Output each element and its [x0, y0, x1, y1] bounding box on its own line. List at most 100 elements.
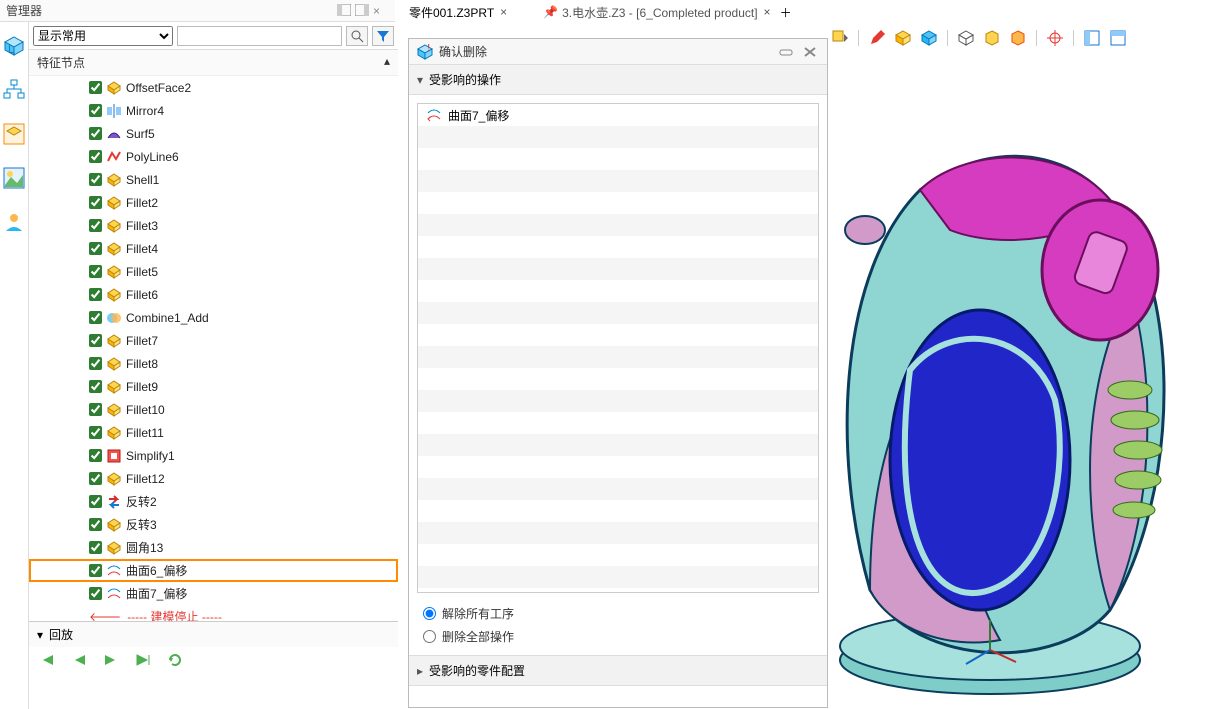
- shell-icon: [106, 172, 122, 188]
- scroll-up-button[interactable]: ▴: [376, 50, 398, 76]
- radio-delete-all-input[interactable]: [423, 630, 436, 643]
- feature-checkbox[interactable]: [89, 81, 102, 94]
- list-item-empty: [418, 302, 818, 324]
- list-item-empty: [418, 412, 818, 434]
- cube-blue-icon[interactable]: [919, 28, 939, 48]
- feature-checkbox[interactable]: [89, 127, 102, 140]
- dialog-titlebar[interactable]: ! 确认删除: [409, 39, 827, 65]
- part-tree-icon[interactable]: └: [0, 32, 28, 60]
- feature-checkbox[interactable]: [89, 403, 102, 416]
- dialog-minimize-icon[interactable]: [777, 45, 795, 59]
- feature-node[interactable]: Fillet5: [29, 260, 398, 283]
- radio-unlink[interactable]: 解除所有工序: [423, 605, 813, 622]
- hex-yellow-icon[interactable]: [982, 28, 1002, 48]
- model-viewport[interactable]: [830, 50, 1206, 709]
- feature-node[interactable]: 反转3: [29, 513, 398, 536]
- play-start-icon[interactable]: [39, 653, 59, 669]
- feature-checkbox[interactable]: [89, 495, 102, 508]
- pane-top-icon[interactable]: [1108, 28, 1128, 48]
- search-button[interactable]: [346, 26, 368, 46]
- filter-search-input[interactable]: [177, 26, 342, 46]
- feature-label: OffsetFace2: [126, 81, 191, 95]
- target-icon[interactable]: [1045, 28, 1065, 48]
- feature-checkbox[interactable]: [89, 173, 102, 186]
- fillet-icon: [106, 425, 122, 441]
- feature-node[interactable]: Fillet9: [29, 375, 398, 398]
- part-box-icon[interactable]: [0, 120, 28, 148]
- feature-checkbox[interactable]: [89, 150, 102, 163]
- feature-checkbox[interactable]: [89, 587, 102, 600]
- feature-checkbox[interactable]: [89, 380, 102, 393]
- feature-checkbox[interactable]: [89, 219, 102, 232]
- feature-node[interactable]: Fillet11: [29, 421, 398, 444]
- affected-parts-header[interactable]: ▸ 受影响的零件配置: [409, 655, 827, 686]
- user-icon[interactable]: [0, 208, 28, 236]
- dock-left-icon[interactable]: [337, 4, 353, 18]
- dock-right-icon[interactable]: [355, 4, 371, 18]
- feature-checkbox[interactable]: [89, 518, 102, 531]
- surface-offset-icon: [426, 107, 442, 123]
- radio-unlink-input[interactable]: [423, 607, 436, 620]
- new-tab-button[interactable]: ＋: [780, 4, 792, 21]
- feature-node[interactable]: Fillet12: [29, 467, 398, 490]
- hex-orange-icon[interactable]: [1008, 28, 1028, 48]
- model-stop-marker[interactable]: 🡐----- 建模停止 -----: [29, 605, 398, 621]
- dialog-close-icon[interactable]: [801, 45, 819, 59]
- pane-left-icon[interactable]: [1082, 28, 1102, 48]
- feature-checkbox[interactable]: [89, 357, 102, 370]
- manager-titlebar: 管理器 ×: [0, 0, 395, 22]
- feature-checkbox[interactable]: [89, 242, 102, 255]
- palette-dropdown-icon[interactable]: [830, 28, 850, 48]
- feature-node[interactable]: 圆角13: [29, 536, 398, 559]
- scenery-icon[interactable]: [0, 164, 28, 192]
- play-icon[interactable]: [103, 653, 123, 669]
- feature-node[interactable]: Fillet6: [29, 283, 398, 306]
- wireframe-cube-icon[interactable]: [956, 28, 976, 48]
- filter-mode-select[interactable]: 显示常用: [33, 26, 173, 46]
- feature-node[interactable]: 曲面7_偏移: [29, 582, 398, 605]
- tab-close-icon[interactable]: ×: [764, 5, 771, 19]
- feature-checkbox[interactable]: [89, 288, 102, 301]
- feature-checkbox[interactable]: [89, 541, 102, 554]
- feature-checkbox[interactable]: [89, 334, 102, 347]
- feature-checkbox[interactable]: [89, 426, 102, 439]
- cube-yellow-icon[interactable]: [893, 28, 913, 48]
- feature-node[interactable]: Simplify1: [29, 444, 398, 467]
- filter-funnel-button[interactable]: [372, 26, 394, 46]
- hierarchy-icon[interactable]: [0, 76, 28, 104]
- feature-node[interactable]: Combine1_Add: [29, 306, 398, 329]
- repeat-icon[interactable]: [167, 653, 187, 669]
- feature-checkbox[interactable]: [89, 311, 102, 324]
- feature-node[interactable]: Mirror4: [29, 99, 398, 122]
- feature-node[interactable]: OffsetFace2: [29, 76, 398, 99]
- feature-checkbox[interactable]: [89, 449, 102, 462]
- tab-kettle[interactable]: 📌 3.电水壶.Z3 - [6_Completed product] ×: [534, 1, 779, 24]
- feature-node[interactable]: Fillet3: [29, 214, 398, 237]
- list-item[interactable]: 曲面7_偏移: [418, 104, 818, 126]
- feature-node[interactable]: 曲面6_偏移: [29, 559, 398, 582]
- pencil-icon[interactable]: [867, 28, 887, 48]
- feature-node[interactable]: Fillet8: [29, 352, 398, 375]
- radio-delete-all[interactable]: 删除全部操作: [423, 628, 813, 645]
- tab-part001[interactable]: 零件001.Z3PRT ×: [400, 1, 516, 24]
- feature-node[interactable]: PolyLine6: [29, 145, 398, 168]
- feature-checkbox[interactable]: [89, 265, 102, 278]
- feature-node[interactable]: Fillet10: [29, 398, 398, 421]
- feature-node[interactable]: Fillet2: [29, 191, 398, 214]
- feature-checkbox[interactable]: [89, 196, 102, 209]
- feature-label: Fillet3: [126, 219, 158, 233]
- feature-checkbox[interactable]: [89, 104, 102, 117]
- play-next-icon[interactable]: [135, 653, 155, 669]
- feature-node[interactable]: Shell1: [29, 168, 398, 191]
- feature-checkbox[interactable]: [89, 564, 102, 577]
- feature-node[interactable]: Fillet7: [29, 329, 398, 352]
- affected-ops-header[interactable]: ▾ 受影响的操作: [409, 65, 827, 95]
- feature-checkbox[interactable]: [89, 472, 102, 485]
- play-prev-icon[interactable]: [71, 653, 91, 669]
- close-icon[interactable]: ×: [373, 4, 389, 18]
- tab-close-icon[interactable]: ×: [500, 5, 507, 19]
- playback-header[interactable]: ▾ 回放: [29, 622, 398, 647]
- feature-node[interactable]: 反转2: [29, 490, 398, 513]
- feature-node[interactable]: Fillet4: [29, 237, 398, 260]
- feature-node[interactable]: Surf5: [29, 122, 398, 145]
